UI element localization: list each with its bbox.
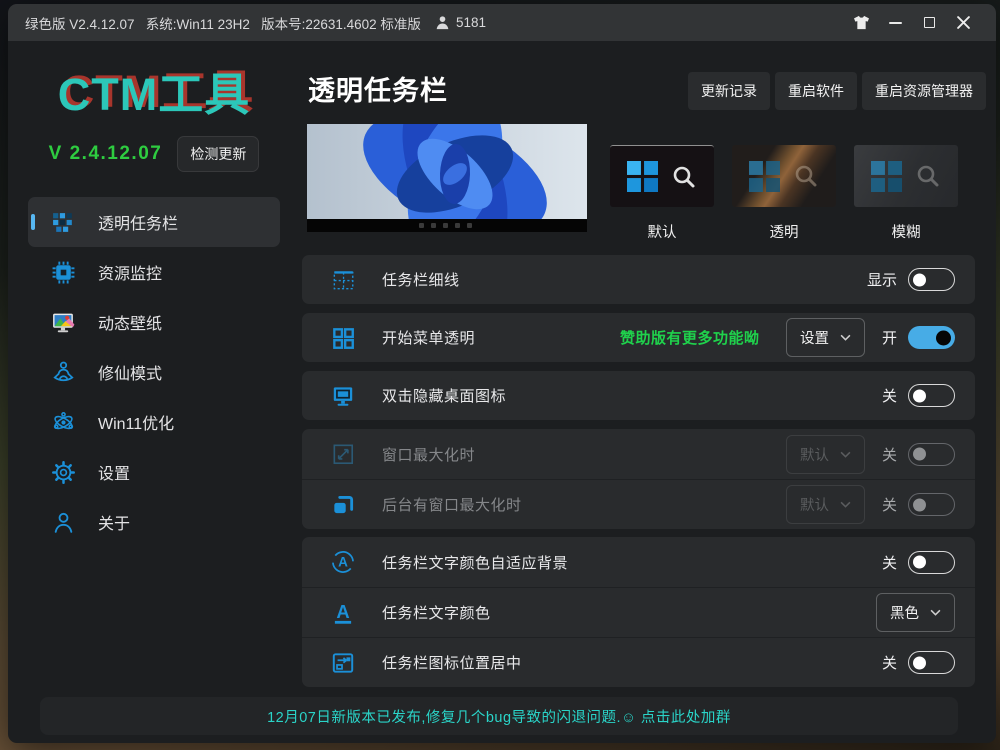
row-text-color-adaptive: A 任务栏文字颜色自适应背景 关 bbox=[302, 537, 975, 587]
windows-logo-icon bbox=[749, 161, 780, 192]
sidebar-item-win11-optimize[interactable]: Win11优化 bbox=[28, 397, 280, 447]
sidebar-item-label: 动态壁纸 bbox=[98, 310, 162, 334]
titlebar-version-info: 绿色版 V2.4.12.07 系统:Win11 23H2 版本号:22631.4… bbox=[25, 13, 421, 33]
center-icons-icon bbox=[330, 650, 356, 676]
startmenu-settings-dropdown[interactable]: 设置 bbox=[786, 318, 865, 357]
app-window: 绿色版 V2.4.12.07 系统:Win11 23H2 版本号:22631.4… bbox=[8, 4, 996, 743]
theme-shirt-button[interactable] bbox=[844, 8, 878, 38]
taskbar-mode-selector: 默认 透明 bbox=[610, 145, 958, 242]
sidebar-item-label: 修仙模式 bbox=[98, 360, 162, 384]
text-color-adaptive-toggle[interactable] bbox=[908, 551, 955, 574]
monitor-icon bbox=[330, 383, 356, 409]
row-center-taskbar-icons: 任务栏图标位置居中 关 bbox=[302, 637, 975, 687]
minimize-button[interactable] bbox=[878, 8, 912, 38]
status-announcement-bar[interactable]: 12月07日新版本已发布,修复几个bug导致的闪退问题.☺ 点击此处加群 bbox=[40, 697, 958, 735]
online-user-count: 5181 bbox=[435, 15, 486, 30]
thinline-grid-icon bbox=[330, 267, 356, 293]
search-icon bbox=[671, 164, 697, 190]
taskbar-preview-image bbox=[307, 124, 587, 232]
background-maximized-toggle[interactable] bbox=[908, 493, 955, 516]
background-maximized-dropdown[interactable]: 默认 bbox=[786, 485, 865, 524]
user-icon bbox=[435, 15, 450, 30]
maximize-button[interactable] bbox=[912, 8, 946, 38]
svg-text:A: A bbox=[338, 555, 348, 570]
sidebar-item-dynamic-wallpaper[interactable]: 动态壁纸 bbox=[28, 297, 280, 347]
setting-card: A 任务栏文字颜色自适应背景 关 A 任务栏文字颜色 黑色 bbox=[302, 537, 975, 687]
mode-transparent[interactable]: 透明 bbox=[732, 145, 836, 242]
chip-icon bbox=[50, 259, 76, 285]
setting-card: 双击隐藏桌面图标 关 bbox=[302, 371, 975, 420]
person-icon bbox=[50, 509, 76, 535]
sidebar-item-transparent-taskbar[interactable]: 透明任务栏 bbox=[28, 197, 280, 247]
start-menu-icon bbox=[330, 325, 356, 351]
windows-logo-icon bbox=[871, 161, 902, 192]
sidebar-menu: 透明任务栏 资源监控 bbox=[8, 197, 300, 547]
sidebar-item-label: Win11优化 bbox=[98, 410, 174, 434]
resize-arrows-icon bbox=[330, 441, 356, 467]
search-icon bbox=[915, 163, 941, 189]
chevron-down-icon bbox=[840, 501, 851, 508]
check-update-button[interactable]: 检测更新 bbox=[177, 136, 259, 172]
sponsor-note: 赞助版有更多功能呦 bbox=[620, 327, 760, 348]
chevron-down-icon bbox=[840, 451, 851, 458]
status-text[interactable]: 12月07日新版本已发布,修复几个bug导致的闪退问题.☺ 点击此处加群 bbox=[267, 706, 731, 727]
restart-explorer-button[interactable]: 重启资源管理器 bbox=[862, 72, 986, 110]
meditation-icon bbox=[50, 359, 76, 385]
overlapping-windows-icon bbox=[330, 492, 356, 518]
restart-app-button[interactable]: 重启软件 bbox=[775, 72, 857, 110]
sidebar-item-label: 设置 bbox=[98, 460, 130, 484]
sidebar-item-label: 资源监控 bbox=[98, 260, 162, 284]
windows-logo-icon bbox=[627, 161, 658, 192]
row-startmenu-transparent: 开始菜单透明 赞助版有更多功能呦 设置 开 bbox=[302, 313, 975, 362]
row-window-maximized: 窗口最大化时 默认 关 bbox=[302, 429, 975, 479]
row-background-window-maximized: 后台有窗口最大化时 默认 关 bbox=[302, 479, 975, 529]
chevron-down-icon bbox=[930, 609, 941, 616]
window-maximized-toggle[interactable] bbox=[908, 443, 955, 466]
setting-card: 开始菜单透明 赞助版有更多功能呦 设置 开 bbox=[302, 313, 975, 362]
mode-label: 默认 bbox=[610, 221, 714, 242]
chevron-down-icon bbox=[840, 334, 851, 341]
setting-card: 任务栏细线 显示 bbox=[302, 255, 975, 304]
sidebar-item-resource-monitor[interactable]: 资源监控 bbox=[28, 247, 280, 297]
row-text-color: A 任务栏文字颜色 黑色 bbox=[302, 587, 975, 637]
update-log-button[interactable]: 更新记录 bbox=[688, 72, 770, 110]
svg-text:A: A bbox=[336, 600, 349, 621]
mode-blur[interactable]: 模糊 bbox=[854, 145, 958, 242]
text-color-icon: A bbox=[330, 600, 356, 626]
close-button[interactable] bbox=[946, 8, 980, 38]
hide-desktop-icons-toggle[interactable] bbox=[908, 384, 955, 407]
atom-icon bbox=[50, 409, 76, 435]
app-logo: CTM工具 bbox=[8, 58, 300, 123]
sidebar: CTM工具 V 2.4.12.07 检测更新 透明任务栏 bbox=[8, 41, 300, 689]
search-icon bbox=[793, 163, 819, 189]
page-title: 透明任务栏 bbox=[308, 69, 448, 108]
sidebar-item-settings[interactable]: 设置 bbox=[28, 447, 280, 497]
thinline-toggle[interactable] bbox=[908, 268, 955, 291]
wallpaper-icon bbox=[50, 309, 76, 335]
text-color-dropdown[interactable]: 黑色 bbox=[876, 593, 955, 632]
auto-color-icon: A bbox=[330, 549, 356, 575]
main-content: 透明任务栏 更新记录 重启软件 重启资源管理器 bbox=[300, 41, 996, 689]
sidebar-item-label: 关于 bbox=[98, 510, 130, 534]
mode-label: 透明 bbox=[732, 221, 836, 242]
gear-icon bbox=[50, 459, 76, 485]
window-maximized-dropdown[interactable]: 默认 bbox=[786, 435, 865, 474]
pixel-grid-icon bbox=[50, 209, 76, 235]
titlebar: 绿色版 V2.4.12.07 系统:Win11 23H2 版本号:22631.4… bbox=[8, 4, 996, 41]
center-taskbar-icons-toggle[interactable] bbox=[908, 651, 955, 674]
sidebar-item-cultivation-mode[interactable]: 修仙模式 bbox=[28, 347, 280, 397]
sidebar-item-about[interactable]: 关于 bbox=[28, 497, 280, 547]
setting-card: 窗口最大化时 默认 关 后台有窗口最大化时 bbox=[302, 429, 975, 529]
row-taskbar-thinline: 任务栏细线 显示 bbox=[302, 255, 975, 304]
startmenu-toggle[interactable] bbox=[908, 326, 955, 349]
row-hide-desktop-icons: 双击隐藏桌面图标 关 bbox=[302, 371, 975, 420]
selected-indicator bbox=[31, 214, 35, 230]
mode-default[interactable]: 默认 bbox=[610, 145, 714, 242]
version-text: V 2.4.12.07 bbox=[49, 143, 163, 165]
sidebar-item-label: 透明任务栏 bbox=[98, 210, 178, 234]
mode-label: 模糊 bbox=[854, 221, 958, 242]
